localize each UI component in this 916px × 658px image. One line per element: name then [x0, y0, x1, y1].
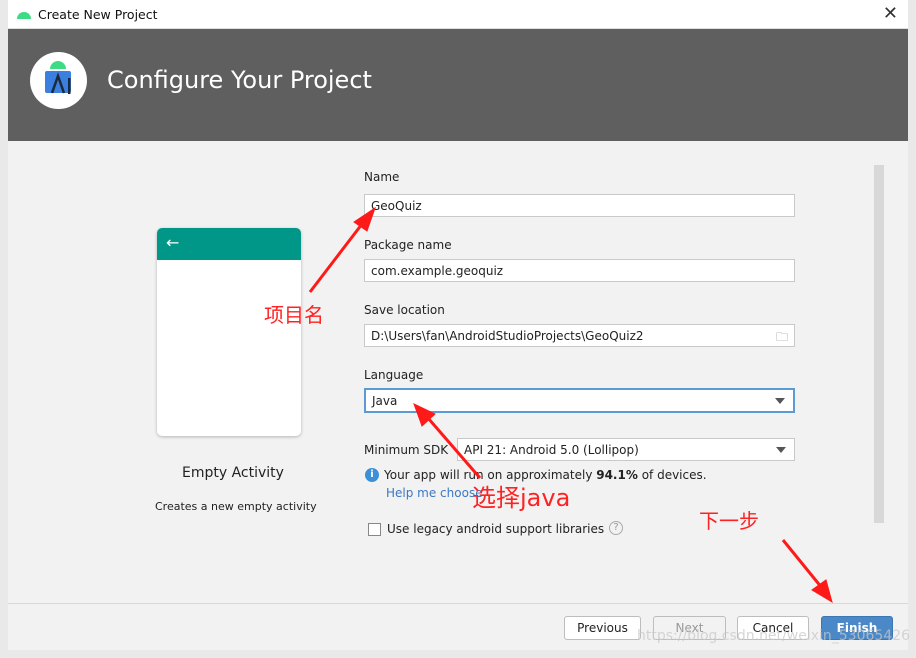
annotation-arrows [308, 206, 833, 604]
arrow-head [811, 579, 833, 604]
arrow-to-finish [781, 539, 824, 589]
arrow-head [353, 206, 376, 232]
arrow-to-language [426, 417, 482, 479]
annotation-name: 项目名 [264, 303, 324, 327]
arrow-to-name [308, 223, 364, 293]
watermark: https://blog.csdn.net/weixin_53065426 [637, 628, 911, 644]
annotation-language: 选择java [472, 484, 571, 512]
annotation-finish: 下一步 [699, 509, 759, 533]
